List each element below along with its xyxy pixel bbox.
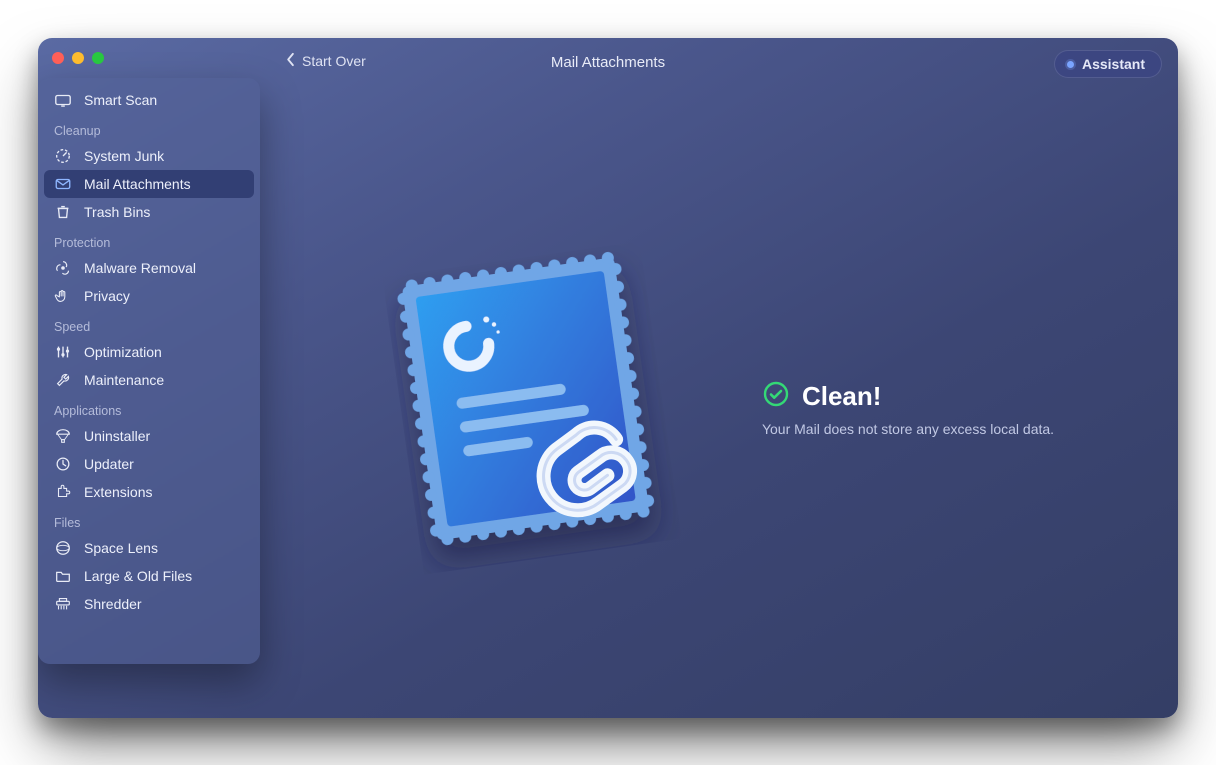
page-title: Mail Attachments	[38, 54, 1178, 71]
sidebar-item-extensions[interactable]: Extensions	[44, 478, 254, 506]
parachute-icon	[54, 427, 72, 445]
puzzle-icon	[54, 483, 72, 501]
sidebar-item-label: Mail Attachments	[84, 176, 191, 192]
sidebar-item-space-lens[interactable]: Space Lens	[44, 534, 254, 562]
sidebar-section-files: Files	[44, 506, 254, 534]
sidebar-item-label: Large & Old Files	[84, 568, 192, 584]
sidebar-item-system-junk[interactable]: System Junk	[44, 142, 254, 170]
scan-icon	[54, 91, 72, 109]
sidebar-item-label: Privacy	[84, 288, 130, 304]
sidebar-item-label: Optimization	[84, 344, 162, 360]
result-title: Clean!	[802, 381, 881, 412]
sidebar-item-label: Shredder	[84, 596, 142, 612]
result-panel: Clean! Your Mail does not store any exce…	[762, 380, 1054, 437]
sidebar-item-label: Uninstaller	[84, 428, 150, 444]
sidebar-item-uninstaller[interactable]: Uninstaller	[44, 422, 254, 450]
sidebar-item-label: System Junk	[84, 148, 164, 164]
folder-icon	[54, 567, 72, 585]
result-subtitle: Your Mail does not store any excess loca…	[762, 421, 1054, 437]
wrench-icon	[54, 371, 72, 389]
sidebar-item-large-old-files[interactable]: Large & Old Files	[44, 562, 254, 590]
sidebar-item-trash-bins[interactable]: Trash Bins	[44, 198, 254, 226]
shredder-icon	[54, 595, 72, 613]
updater-icon	[54, 455, 72, 473]
hazard-icon	[54, 259, 72, 277]
sidebar-item-optimization[interactable]: Optimization	[44, 338, 254, 366]
sidebar-item-label: Space Lens	[84, 540, 158, 556]
chevron-left-icon	[286, 52, 296, 70]
trash-icon	[54, 203, 72, 221]
sidebar-section-protection: Protection	[44, 226, 254, 254]
start-over-button[interactable]: Start Over	[286, 52, 366, 70]
sidebar-section-speed: Speed	[44, 310, 254, 338]
zoom-window-button[interactable]	[92, 52, 104, 64]
sidebar-section-cleanup: Cleanup	[44, 114, 254, 142]
minimize-window-button[interactable]	[72, 52, 84, 64]
sidebar-item-updater[interactable]: Updater	[44, 450, 254, 478]
close-window-button[interactable]	[52, 52, 64, 64]
sidebar-item-label: Maintenance	[84, 372, 164, 388]
assistant-label: Assistant	[1082, 56, 1145, 72]
sidebar-section-applications: Applications	[44, 394, 254, 422]
assistant-status-dot-icon	[1067, 61, 1074, 68]
sidebar-item-label: Updater	[84, 456, 134, 472]
sidebar-item-smart-scan[interactable]: Smart Scan	[44, 86, 254, 114]
sidebar-item-label: Malware Removal	[84, 260, 196, 276]
sidebar-item-malware-removal[interactable]: Malware Removal	[44, 254, 254, 282]
checkmark-circle-icon	[762, 380, 790, 413]
sidebar-item-label: Smart Scan	[84, 92, 157, 108]
window-controls	[52, 52, 104, 64]
stamp-icon	[382, 241, 681, 574]
sliders-icon	[54, 343, 72, 361]
mail-icon	[54, 175, 72, 193]
assistant-button[interactable]: Assistant	[1054, 50, 1162, 78]
sidebar-item-label: Extensions	[84, 484, 152, 500]
gauge-icon	[54, 147, 72, 165]
main-content: Clean! Your Mail does not store any exce…	[268, 98, 1178, 718]
sidebar-item-maintenance[interactable]: Maintenance	[44, 366, 254, 394]
sidebar-item-mail-attachments[interactable]: Mail Attachments	[44, 170, 254, 198]
sidebar-item-shredder[interactable]: Shredder	[44, 590, 254, 618]
sidebar-item-privacy[interactable]: Privacy	[44, 282, 254, 310]
start-over-label: Start Over	[302, 53, 366, 69]
lens-icon	[54, 539, 72, 557]
mail-stamp-illustration	[392, 238, 702, 568]
app-window: Start Over Mail Attachments Assistant Sm…	[38, 38, 1178, 718]
sidebar: Smart Scan Cleanup System Junk Mail Atta…	[38, 78, 260, 664]
sidebar-item-label: Trash Bins	[84, 204, 150, 220]
hand-icon	[54, 287, 72, 305]
